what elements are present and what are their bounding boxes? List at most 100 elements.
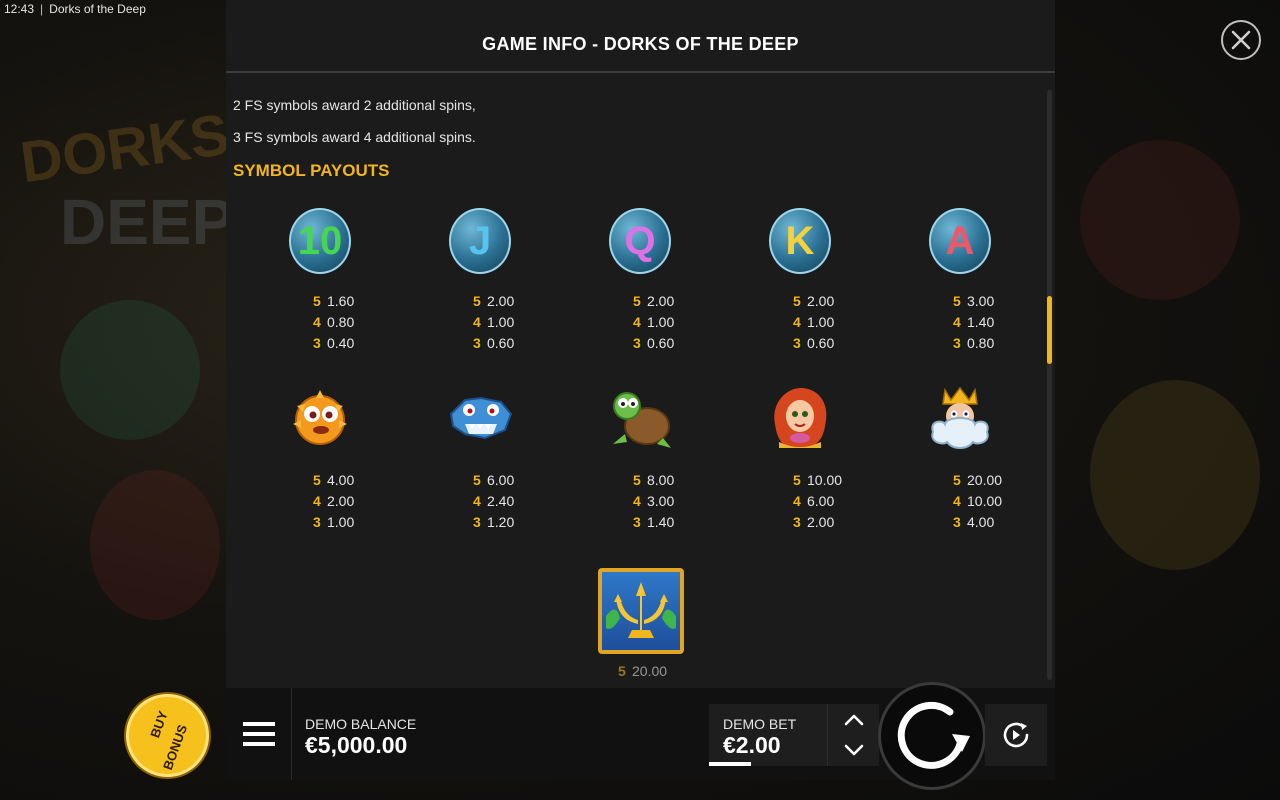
close-icon xyxy=(1231,30,1251,50)
pay-value: 2.00 xyxy=(327,493,355,509)
pay-value: 2.00 xyxy=(807,514,835,530)
symbol-payouts-heading: SYMBOL PAYOUTS xyxy=(233,161,390,180)
bet-increase-icon[interactable] xyxy=(843,713,865,727)
bet-stepper[interactable] xyxy=(827,704,879,766)
trident-wild-icon xyxy=(598,568,684,654)
pay-count: 3 xyxy=(793,335,801,351)
pay-count: 3 xyxy=(473,335,481,351)
app-title: Dorks of the Deep xyxy=(49,2,146,16)
symbol-letter: A xyxy=(929,208,991,274)
pay-count: 5 xyxy=(313,472,321,488)
pay-count: 3 xyxy=(633,514,641,530)
payout-list: 5 6.00 4 2.40 3 1.20 xyxy=(473,470,514,533)
payout-list: 5 4.00 4 2.00 3 1.00 xyxy=(313,470,354,533)
bet-decrease-icon[interactable] xyxy=(843,743,865,757)
buy-bonus-label: BUY BONUS xyxy=(136,705,199,771)
mermaid-icon xyxy=(765,384,835,454)
scrollbar-thumb[interactable] xyxy=(1047,296,1052,364)
pay-count: 3 xyxy=(313,335,321,351)
pay-value: 1.00 xyxy=(647,314,675,330)
autoplay-button[interactable] xyxy=(985,704,1047,766)
pay-value: 3.00 xyxy=(647,493,675,509)
status-separator: | xyxy=(40,2,44,16)
pay-value: 2.00 xyxy=(487,293,515,309)
pay-count: 3 xyxy=(313,514,321,530)
neptune-icon xyxy=(925,384,995,454)
clock-time: 12:43 xyxy=(4,2,35,16)
pay-value: 1.20 xyxy=(487,514,515,530)
pay-value: 0.60 xyxy=(647,335,675,351)
pay-count: 3 xyxy=(953,335,961,351)
pay-count: 4 xyxy=(473,493,481,509)
spin-button[interactable] xyxy=(878,682,986,790)
pay-value: 10.00 xyxy=(807,472,843,488)
background-decoration xyxy=(1080,140,1240,300)
pay-value: 0.80 xyxy=(327,314,355,330)
close-button[interactable] xyxy=(1221,20,1261,60)
game-info-panel[interactable]: GAME INFO - DORKS OF THE DEEP 2 FS symbo… xyxy=(226,0,1055,688)
pay-value: 0.40 xyxy=(327,335,355,351)
turtle-icon xyxy=(605,384,675,454)
pay-value: 20.00 xyxy=(967,472,1003,488)
pay-value: 1.00 xyxy=(487,314,515,330)
pay-count: 5 xyxy=(793,472,801,488)
pay-count: 5 xyxy=(473,472,481,488)
background-decoration xyxy=(1090,380,1260,570)
pay-value: 8.00 xyxy=(647,472,675,488)
symbol-letter: 10 xyxy=(289,208,351,274)
bet-level-indicator xyxy=(709,762,751,766)
pay-value: 0.60 xyxy=(487,335,515,351)
pay-count: 3 xyxy=(633,335,641,351)
bubble-j-icon: J xyxy=(445,206,515,276)
pay-value: 1.40 xyxy=(967,314,995,330)
pay-value: 1.40 xyxy=(647,514,675,530)
pay-value: 2.00 xyxy=(807,293,835,309)
payout-list: 5 2.00 4 1.00 3 0.60 xyxy=(793,291,834,354)
bet-label: DEMO BET xyxy=(723,716,797,732)
symbol-letter: Q xyxy=(609,208,671,274)
pay-value: 1.00 xyxy=(327,514,355,530)
bet-value: €2.00 xyxy=(723,732,781,758)
pay-value: 6.00 xyxy=(487,472,515,488)
payout-list: 5 2.00 4 1.00 3 0.60 xyxy=(473,291,514,354)
panel-title: GAME INFO - DORKS OF THE DEEP xyxy=(482,34,799,54)
background-game-logo: DORKS DEEP xyxy=(16,101,235,258)
bubble-q-icon: Q xyxy=(605,206,675,276)
pay-count: 4 xyxy=(473,314,481,330)
payout-list: 5 8.00 4 3.00 3 1.40 xyxy=(633,470,674,533)
buy-bonus-button[interactable]: BUY BONUS xyxy=(126,694,209,777)
pay-count: 4 xyxy=(313,314,321,330)
pay-count: 3 xyxy=(793,514,801,530)
pay-count: 5 xyxy=(618,663,626,679)
pufferfish-icon xyxy=(285,384,355,454)
payout-list: 5 20.00 4 10.00 3 4.00 xyxy=(953,470,1002,533)
pay-value: 0.80 xyxy=(967,335,995,351)
pay-count: 4 xyxy=(793,493,801,509)
payout-list: 5 10.00 4 6.00 3 2.00 xyxy=(793,470,842,533)
pay-count: 4 xyxy=(313,493,321,509)
pay-value: 4.00 xyxy=(327,472,355,488)
payout-list: 5 1.60 4 0.80 3 0.40 xyxy=(313,291,354,354)
status-bar: 12:43 | Dorks of the Deep xyxy=(4,2,146,16)
info-text-line: 2 FS symbols award 2 additional spins, xyxy=(233,97,476,113)
pay-count: 5 xyxy=(313,293,321,309)
bubble-a-icon: A xyxy=(925,206,995,276)
pay-value: 2.00 xyxy=(647,293,675,309)
pay-count: 4 xyxy=(953,493,961,509)
hamburger-menu-icon xyxy=(242,722,275,746)
bubble-10-icon: 10 xyxy=(285,206,355,276)
background-decoration xyxy=(60,300,200,440)
bubble-k-icon: K xyxy=(765,206,835,276)
panel-scrollbar[interactable] xyxy=(1047,90,1052,680)
pay-count: 5 xyxy=(473,293,481,309)
background-decoration xyxy=(90,470,220,620)
bet-display[interactable]: DEMO BET €2.00 xyxy=(709,704,827,766)
pay-count: 4 xyxy=(633,314,641,330)
pay-count: 5 xyxy=(633,472,641,488)
pay-value: 0.60 xyxy=(807,335,835,351)
menu-button[interactable] xyxy=(226,688,292,780)
pay-value: 4.00 xyxy=(967,514,995,530)
title-divider xyxy=(226,71,1055,73)
pay-count: 4 xyxy=(793,314,801,330)
pay-value: 10.00 xyxy=(967,493,1003,509)
